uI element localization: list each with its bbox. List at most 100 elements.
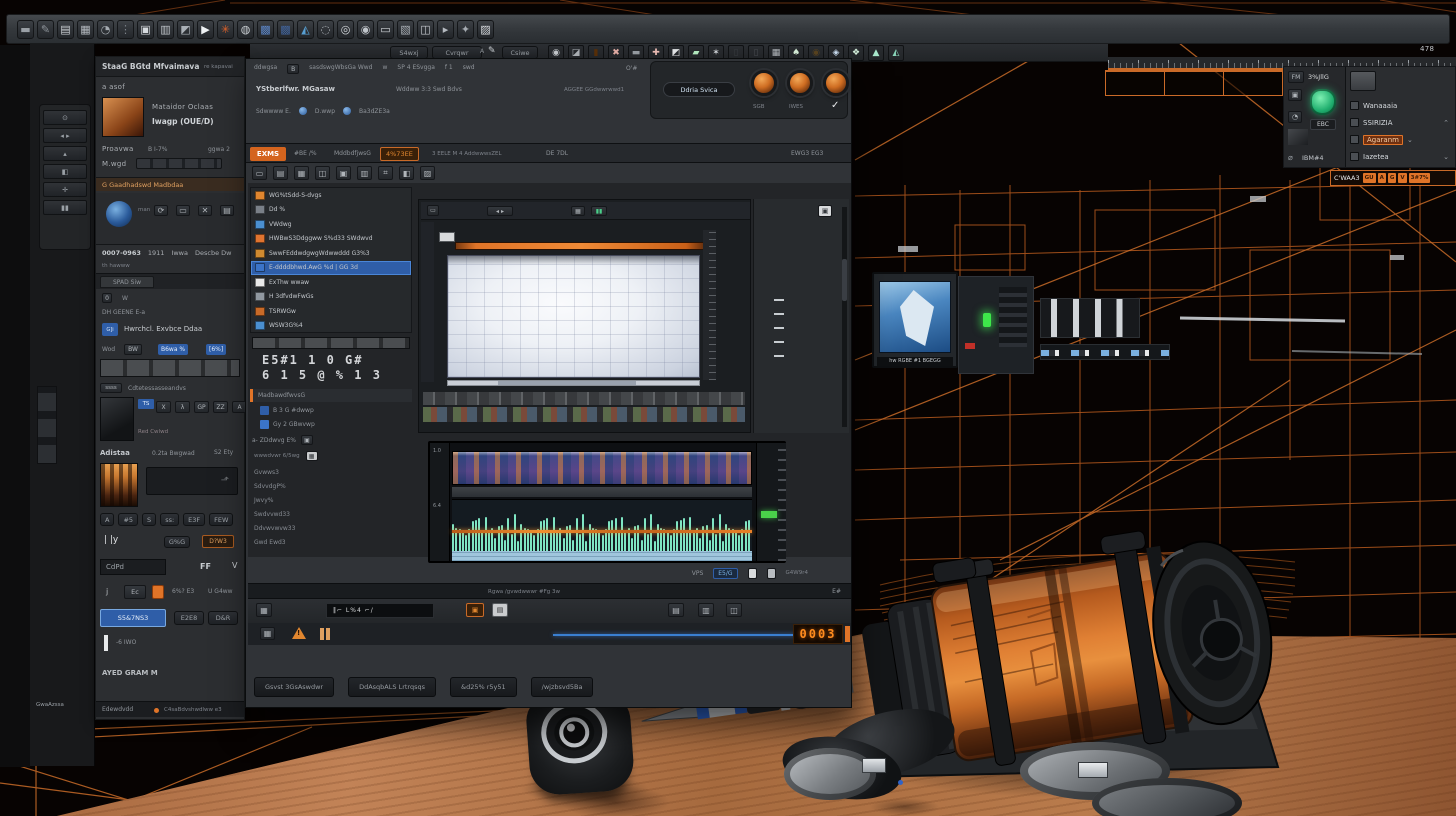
property-row[interactable]: Agaranm ⌄ [1346, 131, 1453, 148]
orange-mini-button[interactable]: ▣ [466, 603, 484, 617]
panel-icon[interactable]: ▭ [176, 205, 190, 216]
refresh-icon[interactable]: ⟳ [154, 205, 168, 216]
page-chip-2[interactable] [767, 568, 776, 579]
tree-item[interactable]: E-ddddbhwd.AwG %d | GG 3d [251, 261, 411, 276]
tab-2[interactable]: #BE /% [294, 150, 317, 157]
knob-1[interactable] [751, 70, 777, 96]
toolbar-icon[interactable]: ▶ [197, 20, 214, 39]
window-scrollbar[interactable] [842, 207, 847, 427]
grid-button-2[interactable]: ▦ [260, 627, 275, 640]
drag-target-box[interactable]: ⬏ [146, 467, 238, 495]
chevron-icon[interactable]: ⌃ [1443, 119, 1449, 127]
small-thumbnail[interactable] [1288, 129, 1308, 145]
blue-sphere-icon[interactable] [106, 201, 132, 227]
window-scrollbar-thumb[interactable] [842, 259, 847, 301]
mini-icon[interactable]: GP [194, 401, 209, 413]
blue-selected-button[interactable]: S5&7NS3 [100, 609, 166, 627]
toolbar-icon[interactable]: ◫ [417, 20, 434, 39]
property-row[interactable]: SSIRIZIA ⌃ [1346, 114, 1453, 131]
tab-active[interactable]: EXMS [250, 147, 286, 161]
page-chip-1[interactable] [748, 568, 757, 579]
adista-right[interactable]: S2 Ety [214, 449, 233, 456]
bottom-bar-left[interactable]: Edewdvdd [102, 706, 133, 713]
cdpd-display[interactable]: CdPd [100, 559, 166, 575]
tag-chip[interactable]: 3#7% [1409, 173, 1431, 183]
blue-badge-1[interactable]: B6wa % [158, 344, 188, 355]
tab-orange-outline[interactable]: 4%73EE [380, 147, 419, 161]
filmstrip-thumbnails[interactable] [100, 359, 240, 377]
tree-item[interactable]: ExThw wwaw [251, 275, 411, 290]
small-button[interactable]: E3F [183, 513, 205, 526]
toolbar-icon[interactable]: ✳ [217, 20, 234, 39]
ec-chip[interactable]: Ec [124, 585, 146, 599]
horizontal-scrollbar[interactable] [447, 380, 700, 386]
bottom-tab[interactable]: &d25% r5y51 [450, 677, 517, 697]
tree-bottom-strip[interactable] [252, 337, 410, 349]
ebc-chip[interactable]: EBC [1310, 119, 1336, 130]
tag-chip[interactable]: A [1378, 173, 1386, 183]
row1-mid[interactable]: B I-7% [148, 146, 167, 153]
side-list-item[interactable]: Gvwws3 [250, 465, 400, 479]
menu-item[interactable]: f 1 [445, 64, 453, 74]
orange-title-bar[interactable] [455, 242, 707, 250]
toolbar-icon[interactable]: ◔ [97, 20, 114, 39]
tab-4[interactable]: 3 EELE M 4 AddwwwsZEL [432, 151, 502, 157]
toolbar-icon[interactable]: ▣ [137, 20, 154, 39]
toolbar-icon[interactable]: ✦ [457, 20, 474, 39]
viewport-icon[interactable]: ◂ ▸ [487, 206, 513, 216]
wave-header-icon[interactable]: ▦ [306, 451, 318, 461]
dark-thumbnail[interactable] [100, 397, 134, 441]
tree-item[interactable]: VWdwg [251, 217, 411, 232]
menu-item[interactable]: swd [463, 64, 475, 74]
ts-chip[interactable]: TS [138, 399, 154, 409]
bottom-tab[interactable]: /wjzbsvd5Ba [531, 677, 594, 697]
grid-icon[interactable]: ▤ [220, 205, 234, 216]
orange-cell[interactable] [1105, 72, 1165, 96]
progress-line[interactable] [553, 634, 808, 636]
window-toolbar-icon[interactable]: ◫ [315, 166, 330, 180]
toolbar-icon[interactable]: ▧ [397, 20, 414, 39]
pen-icon[interactable]: ✎ [488, 46, 496, 56]
orange-cell[interactable] [1165, 72, 1224, 96]
scrollbar-thumb[interactable] [498, 381, 636, 385]
tree-item[interactable]: WSW3G%4 [251, 319, 411, 334]
green-gem[interactable] [1310, 89, 1336, 115]
strip-button[interactable]: ✛ [43, 182, 87, 197]
property-row[interactable]: Iazetea ⌄ [1346, 148, 1453, 165]
viewport-icon[interactable]: ▮▮ [591, 206, 607, 216]
panel-button-1[interactable]: ▣ [1288, 89, 1302, 101]
transport-icon[interactable]: ▤ [668, 603, 684, 617]
toolbar-icon[interactable]: ▦ [77, 20, 94, 39]
asset-thumbnail[interactable] [102, 97, 144, 137]
side-list-item[interactable]: SdvvdgP% [250, 479, 400, 493]
property-row[interactable]: Wanaaaia [1346, 97, 1453, 114]
sub-row-1[interactable]: B 3 G #dwwp [260, 406, 314, 415]
tab-5[interactable]: DE 7DL [546, 150, 568, 157]
menu-item[interactable]: D.wwp [315, 108, 335, 115]
tab-spad[interactable]: SPAD Siw [100, 276, 154, 288]
tag-chip[interactable]: G [1388, 173, 1397, 183]
mini-icon[interactable]: ZZ [213, 401, 228, 413]
bottom-tab[interactable]: Gsvst 3GsAswdwr [254, 677, 334, 697]
small-button[interactable]: ss: [160, 513, 179, 526]
toolbar-icon[interactable]: ▩ [257, 20, 274, 39]
row1-right[interactable]: ggwa 2 [208, 146, 230, 153]
chevron-icon[interactable]: ⌄ [1407, 136, 1413, 144]
close-x-icon[interactable]: ✕ [198, 205, 212, 216]
d7-button[interactable]: D?W3 [202, 535, 234, 548]
toolbar-icon[interactable]: ◉ [357, 20, 374, 39]
toolbar-icon[interactable]: ◩ [177, 20, 194, 39]
toolbar-icon[interactable]: ▥ [157, 20, 174, 39]
small-button[interactable]: FEW [209, 513, 233, 526]
strip-button[interactable]: ◂ ▸ [43, 128, 87, 143]
city-thumbnail[interactable] [100, 463, 138, 507]
tree-item[interactable]: H 3dfvdwFwGs [251, 290, 411, 305]
row2-buttons[interactable] [136, 158, 222, 169]
g6-button[interactable]: G%G [164, 536, 190, 548]
toolbar-icon[interactable]: ◎ [337, 20, 354, 39]
viewport-icon[interactable]: ▭ [427, 205, 439, 216]
menu-chip[interactable]: B [287, 64, 299, 74]
strip-button[interactable]: ⊙ [43, 110, 87, 125]
grid-button[interactable]: ▦ [256, 603, 272, 617]
toolbar-icon[interactable]: ✎ [37, 20, 54, 39]
